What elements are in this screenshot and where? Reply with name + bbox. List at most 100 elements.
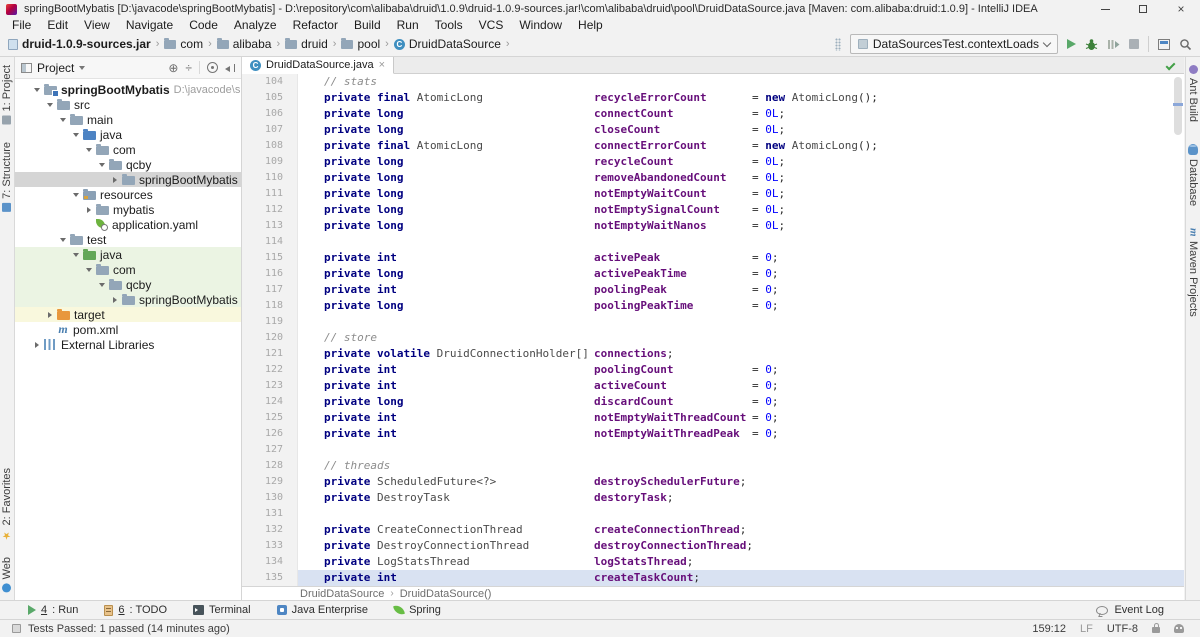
- run-configuration-select[interactable]: DataSourcesTest.contextLoads: [849, 34, 1058, 54]
- run-with-coverage-button[interactable]: [1107, 38, 1120, 51]
- editor-scrollbar[interactable]: [1174, 77, 1182, 135]
- code-line-135[interactable]: 135 private int createTaskCount;: [242, 570, 1184, 586]
- tree-item-qcby[interactable]: qcby: [15, 277, 241, 292]
- code-line-134[interactable]: 134 private LogStatsThread logStatsThread;: [242, 554, 1184, 570]
- code-line-112[interactable]: 112 private long notEmptySignalCount = 0L;: [242, 202, 1184, 218]
- code-line-121[interactable]: 121 private volatile DruidConnectionHolde…: [242, 346, 1184, 362]
- tree-item-springbootmybatis[interactable]: springBootMybatis: [15, 172, 241, 187]
- debug-button[interactable]: [1085, 38, 1098, 51]
- menu-item-analyze[interactable]: Analyze: [226, 18, 285, 32]
- toolwindow-button-web[interactable]: Web: [1, 557, 13, 592]
- chevron-down-icon[interactable]: [79, 65, 86, 70]
- code-line-104[interactable]: 104 // stats: [242, 74, 1184, 90]
- code-editor[interactable]: 104 // stats 105 private final AtomicLong re…: [242, 74, 1184, 586]
- toolwindow-button-ant-build[interactable]: Ant Build: [1187, 65, 1199, 122]
- toolwindow-button-terminal[interactable]: Terminal: [193, 604, 251, 616]
- menu-item-code[interactable]: Code: [181, 18, 226, 32]
- menu-item-navigate[interactable]: Navigate: [118, 18, 181, 32]
- code-line-131[interactable]: 131: [242, 506, 1184, 522]
- code-line-116[interactable]: 116 private long activePeakTime = 0;: [242, 266, 1184, 282]
- maximize-button[interactable]: [1124, 0, 1162, 18]
- line-separator[interactable]: LF: [1080, 623, 1093, 635]
- search-everywhere-button[interactable]: [1179, 38, 1192, 51]
- toolwindow-button-java-enterprise[interactable]: Java Enterprise: [276, 604, 368, 616]
- code-line-128[interactable]: 128 // threads: [242, 458, 1184, 474]
- code-line-130[interactable]: 130 private DestroyTask destoryTask;: [242, 490, 1184, 506]
- minimize-button[interactable]: [1086, 0, 1124, 18]
- locate-file-button[interactable]: ⊕: [168, 62, 178, 74]
- menu-item-run[interactable]: Run: [389, 18, 427, 32]
- tree-item-pom-xml[interactable]: m pom.xml: [15, 322, 241, 337]
- menu-item-help[interactable]: Help: [570, 18, 611, 32]
- event-log-button[interactable]: Event Log: [1096, 604, 1164, 616]
- menu-item-vcs[interactable]: VCS: [471, 18, 512, 32]
- code-line-107[interactable]: 107 private long closeCount = 0L;: [242, 122, 1184, 138]
- code-line-125[interactable]: 125 private int notEmptyWaitThreadCount = 0…: [242, 410, 1184, 426]
- code-line-108[interactable]: 108 private final AtomicLong connectErrorC…: [242, 138, 1184, 154]
- menu-item-edit[interactable]: Edit: [39, 18, 76, 32]
- tree-item-java[interactable]: java: [15, 127, 241, 142]
- tree-item-src[interactable]: src: [15, 97, 241, 112]
- toolwindow-button-maven-projects[interactable]: m Maven Projects: [1187, 228, 1200, 316]
- toolwindow-button-project[interactable]: 1: Project: [1, 65, 13, 125]
- file-encoding[interactable]: UTF-8: [1107, 623, 1138, 635]
- toolwindow-button-database[interactable]: Database: [1187, 144, 1199, 206]
- breadcrumb-item-com[interactable]: com: [164, 37, 203, 51]
- code-line-120[interactable]: 120 // store: [242, 330, 1184, 346]
- close-tab-icon[interactable]: ×: [379, 59, 385, 71]
- breadcrumb-item-pool[interactable]: pool: [341, 37, 380, 51]
- hide-panel-button[interactable]: [225, 63, 235, 73]
- code-line-118[interactable]: 118 private long poolingPeakTime = 0;: [242, 298, 1184, 314]
- menu-item-view[interactable]: View: [76, 18, 118, 32]
- tree-item-java[interactable]: java: [15, 247, 241, 262]
- breadcrumb-class[interactable]: DruidDataSource: [300, 588, 384, 600]
- menu-item-window[interactable]: Window: [511, 18, 570, 32]
- stop-button[interactable]: [1129, 39, 1139, 49]
- toolwindow-button-favorites[interactable]: ★ 2: Favorites: [1, 468, 13, 540]
- code-line-117[interactable]: 117 private int poolingPeak = 0;: [242, 282, 1184, 298]
- tree-item-target[interactable]: target: [15, 307, 241, 322]
- layout-button[interactable]: [1158, 38, 1170, 50]
- tree-item-application-yaml[interactable]: application.yaml: [15, 217, 241, 232]
- breadcrumb-item-druid[interactable]: druid: [285, 37, 328, 51]
- tree-item-resources[interactable]: resources: [15, 187, 241, 202]
- code-line-109[interactable]: 109 private long recycleCount = 0L;: [242, 154, 1184, 170]
- tree-item-qcby[interactable]: qcby: [15, 157, 241, 172]
- code-line-123[interactable]: 123 private int activeCount = 0;: [242, 378, 1184, 394]
- tree-item-mybatis[interactable]: mybatis: [15, 202, 241, 217]
- breadcrumb-item-alibaba[interactable]: alibaba: [216, 37, 271, 51]
- hector-icon[interactable]: [1174, 624, 1184, 633]
- gear-icon[interactable]: [207, 62, 218, 73]
- toolwindow-button-todo[interactable]: 6: TODO: [104, 604, 167, 616]
- tree-item-main[interactable]: main: [15, 112, 241, 127]
- menu-item-file[interactable]: File: [4, 18, 39, 32]
- tree-item-com[interactable]: com: [15, 142, 241, 157]
- run-button[interactable]: [1067, 39, 1076, 49]
- lock-icon[interactable]: [1152, 623, 1160, 633]
- tree-item-external-libraries[interactable]: External Libraries: [15, 337, 241, 352]
- menu-item-tools[interactable]: Tools: [427, 18, 471, 32]
- code-line-115[interactable]: 115 private int activePeak = 0;: [242, 250, 1184, 266]
- tree-item-com[interactable]: com: [15, 262, 241, 277]
- tree-item-springbootmybatis[interactable]: springBootMybatis: [15, 292, 241, 307]
- code-line-111[interactable]: 111 private long notEmptyWaitCount = 0L;: [242, 186, 1184, 202]
- code-line-122[interactable]: 122 private int poolingCount = 0;: [242, 362, 1184, 378]
- code-line-132[interactable]: 132 private CreateConnectionThread createC…: [242, 522, 1184, 538]
- code-line-127[interactable]: 127: [242, 442, 1184, 458]
- code-line-110[interactable]: 110 private long removeAbandonedCount = 0L;: [242, 170, 1184, 186]
- code-line-133[interactable]: 133 private DestroyConnectionThread destro…: [242, 538, 1184, 554]
- code-line-106[interactable]: 106 private long connectCount = 0L;: [242, 106, 1184, 122]
- menu-item-refactor[interactable]: Refactor: [285, 18, 346, 32]
- tree-item-springbootmybatis[interactable]: springBootMybatisD:\javacode\springB: [15, 82, 241, 97]
- breadcrumb-method[interactable]: DruidDataSource(): [400, 588, 492, 600]
- tree-item-test[interactable]: test: [15, 232, 241, 247]
- code-line-126[interactable]: 126 private int notEmptyWaitThreadPeak = 0;: [242, 426, 1184, 442]
- toolwindow-button-structure[interactable]: 7: Structure: [1, 142, 13, 213]
- code-line-114[interactable]: 114: [242, 234, 1184, 250]
- close-button[interactable]: ×: [1162, 0, 1200, 18]
- toolwindow-button-run[interactable]: 4: Run: [28, 604, 78, 616]
- editor-tab[interactable]: C DruidDataSource.java ×: [242, 57, 395, 74]
- collapse-all-button[interactable]: ÷: [185, 62, 192, 74]
- code-line-105[interactable]: 105 private final AtomicLong recycleErrorC…: [242, 90, 1184, 106]
- menu-item-build[interactable]: Build: [346, 18, 389, 32]
